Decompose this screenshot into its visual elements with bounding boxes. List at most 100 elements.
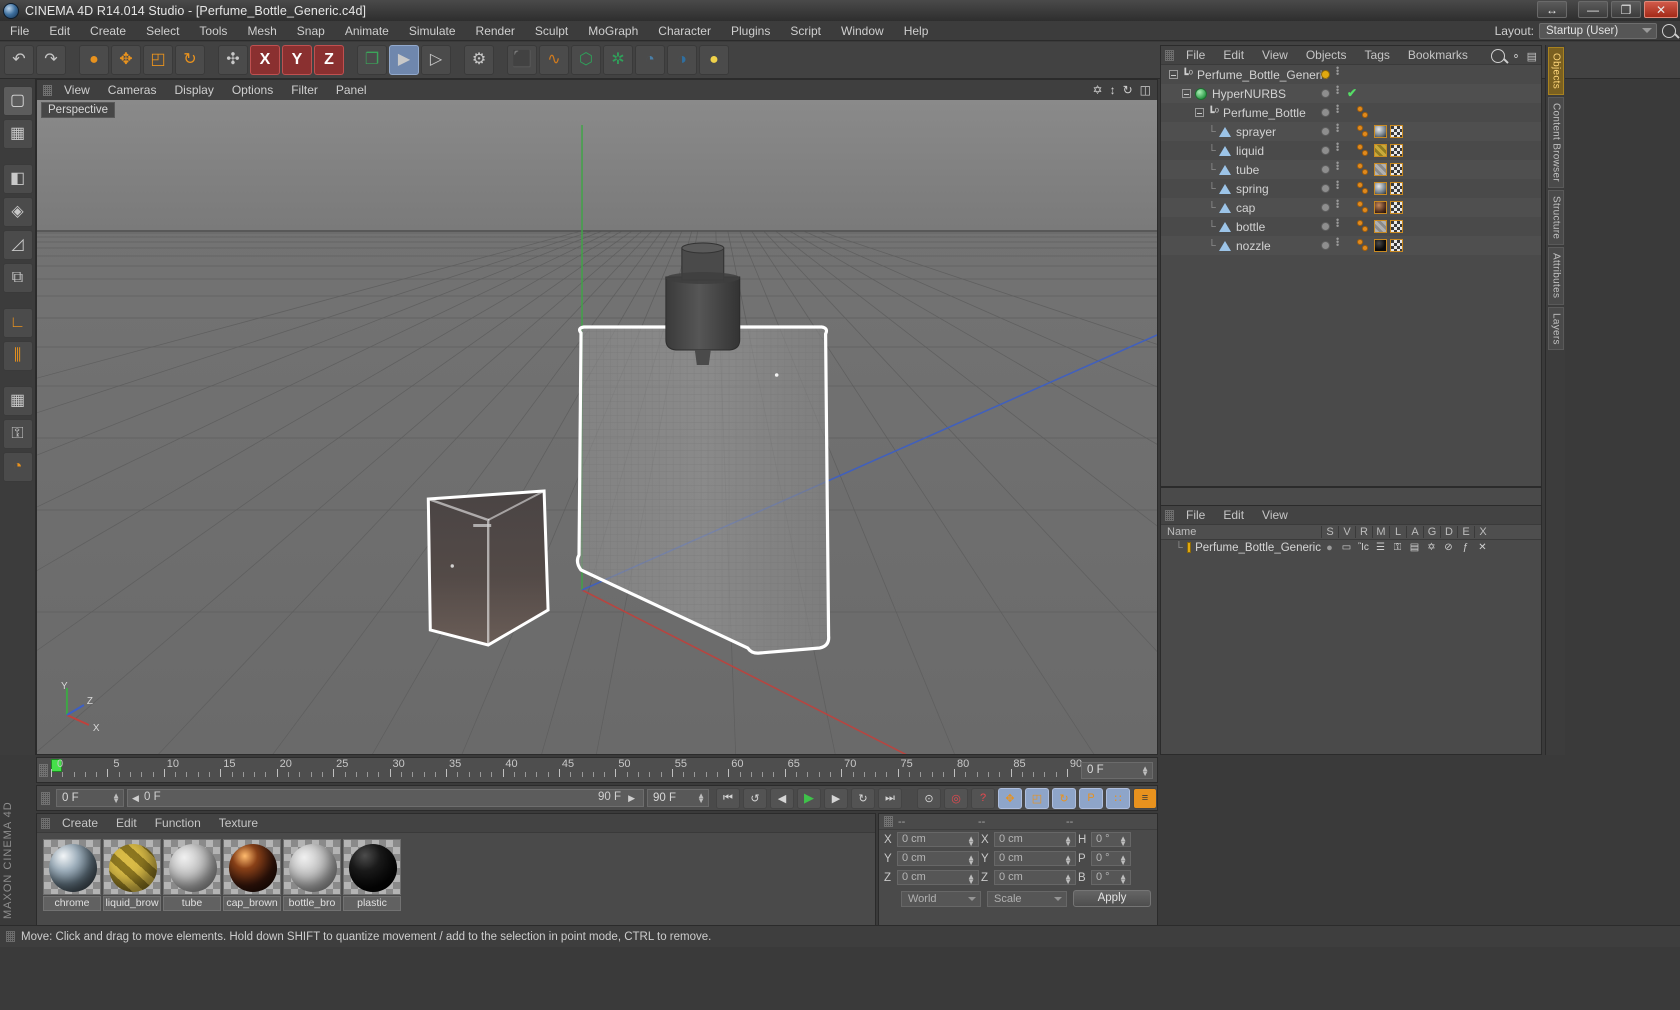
menu-item-window[interactable]: Window [831, 21, 894, 41]
add-scene-object[interactable]: ◔ [635, 45, 665, 75]
add-cube-object[interactable]: ⬛ [507, 45, 537, 75]
phong-tag-icon[interactable] [1357, 124, 1371, 139]
menu-item-help[interactable]: Help [894, 21, 939, 41]
material-menu-texture[interactable]: Texture [210, 816, 267, 830]
move-tool[interactable]: ✥ [111, 45, 141, 75]
phong-tag-icon[interactable] [1357, 162, 1371, 177]
phong-tag-icon[interactable] [1357, 143, 1371, 158]
rotate-tool[interactable]: ↻ [175, 45, 205, 75]
viewport-menu-display[interactable]: Display [165, 83, 222, 97]
menu-item-script[interactable]: Script [780, 21, 831, 41]
layout-dropdown[interactable]: Startup (User) [1539, 23, 1657, 39]
spinner-icon[interactable]: ▲ ▼ [967, 835, 975, 848]
preview-end-field[interactable]: 90 F ▲ ▼ [647, 789, 709, 807]
material-menu-create[interactable]: Create [53, 816, 107, 830]
render-icon[interactable]: Ἲc [1355, 542, 1372, 553]
edge-mode-tool[interactable]: ◿ [2, 230, 33, 260]
om-menu-file[interactable]: File [1177, 48, 1214, 62]
material-item[interactable]: tube [163, 839, 221, 911]
uvw-tag-icon[interactable] [1390, 125, 1403, 138]
position-field[interactable]: 0 cm ▲ ▼ [897, 870, 979, 886]
dolly-view-icon[interactable]: ↕ [1110, 83, 1116, 97]
preview-range-slider[interactable]: 0 F ◀ 90 F ▶ [127, 789, 644, 807]
add-deformer-object[interactable]: ✲ [603, 45, 633, 75]
lock-icon[interactable]: ⚿ [1389, 542, 1406, 553]
material-tag-icon[interactable] [1374, 125, 1387, 138]
object-dots-icon[interactable]: • • • [1336, 83, 1340, 98]
om-menu-edit[interactable]: Edit [1214, 48, 1253, 62]
visibility-dot-icon[interactable] [1321, 89, 1330, 98]
scale-tool[interactable]: ◰ [143, 45, 173, 75]
viewport[interactable]: View Cameras Display Options Filter Panel ✡ ↕… [36, 79, 1158, 755]
render-settings-button[interactable]: ⚙ [464, 45, 494, 75]
menu-item-sculpt[interactable]: Sculpt [525, 21, 578, 41]
menu-item-character[interactable]: Character [648, 21, 721, 41]
object-row[interactable]: └ sprayer • • • [1161, 121, 1541, 141]
timeline-ruler[interactable]: 0 5 10 15 20 25 30 35 40 45 50 55 60 65 70 75 80 85 90 0 F… [36, 757, 1158, 783]
spinner-icon[interactable]: ▲ ▼ [1119, 854, 1127, 867]
record-active-objects-button[interactable]: ⊙ [917, 787, 941, 809]
material-tag-icon[interactable] [1374, 201, 1387, 214]
size-field[interactable]: 0 cm ▲ ▼ [994, 832, 1076, 848]
viewport-3d-scene[interactable]: Y Z X [37, 100, 1157, 755]
panel-grip-icon[interactable] [884, 816, 893, 827]
play-forwards-button[interactable]: ↻ [851, 787, 875, 809]
current-frame-field[interactable]: 0 F ▲ ▼ [1081, 762, 1153, 779]
range-right-handle-icon[interactable]: ▶ [628, 793, 635, 804]
material-menu-function[interactable]: Function [146, 816, 210, 830]
material-tag-icon[interactable] [1374, 144, 1387, 157]
object-dots-icon[interactable]: • • • [1336, 121, 1340, 136]
lock-y-axis[interactable]: Y [282, 45, 312, 75]
panel-options-icon[interactable]: ▤ [1527, 50, 1537, 63]
object-row[interactable]: └ liquid • • • [1161, 140, 1541, 160]
play-button[interactable]: ▶ [797, 787, 821, 809]
phong-tag-icon[interactable] [1357, 105, 1371, 120]
close-window-button[interactable]: ✕ [1644, 1, 1678, 18]
filter-icon[interactable]: ⚬ [1511, 50, 1520, 63]
om-menu-objects[interactable]: Objects [1297, 48, 1356, 62]
viewport-menu-options[interactable]: Options [223, 83, 282, 97]
spinner-icon[interactable]: ▲ ▼ [112, 792, 120, 805]
material-preview[interactable] [223, 839, 281, 895]
menu-item-file[interactable]: File [0, 21, 39, 41]
size-field[interactable]: 0 cm ▲ ▼ [994, 870, 1076, 886]
panel-grip-icon[interactable] [41, 791, 50, 805]
solo-dot-icon[interactable]: ● [1321, 542, 1338, 554]
timeline-toggle-button[interactable]: ≡ [1133, 787, 1157, 809]
object-axis-tool[interactable]: ⧉ [2, 263, 33, 293]
material-preview[interactable] [283, 839, 341, 895]
spinner-icon[interactable]: ▲ ▼ [1064, 854, 1072, 867]
pan-view-icon[interactable]: ✡ [1093, 83, 1103, 97]
object-dots-icon[interactable]: • • • [1336, 235, 1340, 250]
om-menu-bookmarks[interactable]: Bookmarks [1399, 48, 1477, 62]
phong-tag-icon[interactable] [1357, 238, 1371, 253]
lock-x-axis[interactable]: X [250, 45, 280, 75]
material-swatch-list[interactable]: chrome liquid_brow tube cap_brown bottle_bro… [37, 833, 875, 911]
object-dots-icon[interactable]: • • • [1336, 178, 1340, 193]
step-back-button[interactable]: ◀ [770, 787, 794, 809]
xref-icon[interactable]: ✕ [1474, 542, 1491, 553]
menu-item-mograph[interactable]: MoGraph [578, 21, 648, 41]
rotation-key-button[interactable]: ↻ [1052, 787, 1076, 809]
menu-item-tools[interactable]: Tools [189, 21, 237, 41]
material-tag-icon[interactable] [1374, 239, 1387, 252]
menu-item-plugins[interactable]: Plugins [721, 21, 780, 41]
minimize-window-button[interactable]: — [1578, 1, 1608, 18]
go-to-start-button[interactable]: ⏮ [716, 787, 740, 809]
undo-button[interactable]: ↶ [4, 45, 34, 75]
position-key-button[interactable]: ✥ [998, 787, 1022, 809]
menu-item-animate[interactable]: Animate [335, 21, 399, 41]
spinner-icon[interactable]: ▲ ▼ [1064, 835, 1072, 848]
animation-icon[interactable]: ▤ [1406, 542, 1423, 553]
panel-grip-icon[interactable] [1165, 509, 1174, 521]
timeline-ticks[interactable]: 0 5 10 15 20 25 30 35 40 45 50 55 60 65 70 75 80 85 90 [51, 758, 1082, 784]
layers-menu-view[interactable]: View [1253, 508, 1297, 522]
object-dots-icon[interactable]: • • • [1336, 197, 1340, 212]
deformer-icon[interactable]: ⊘ [1440, 542, 1457, 553]
material-tag-icon[interactable] [1374, 163, 1387, 176]
uvw-tag-icon[interactable] [1390, 239, 1403, 252]
apply-button[interactable]: Apply [1073, 890, 1151, 907]
dock-tab-content-browser[interactable]: Content Browser [1547, 97, 1564, 188]
world-object-axis-toggle[interactable]: ✣ [218, 45, 248, 75]
material-preview[interactable] [103, 839, 161, 895]
